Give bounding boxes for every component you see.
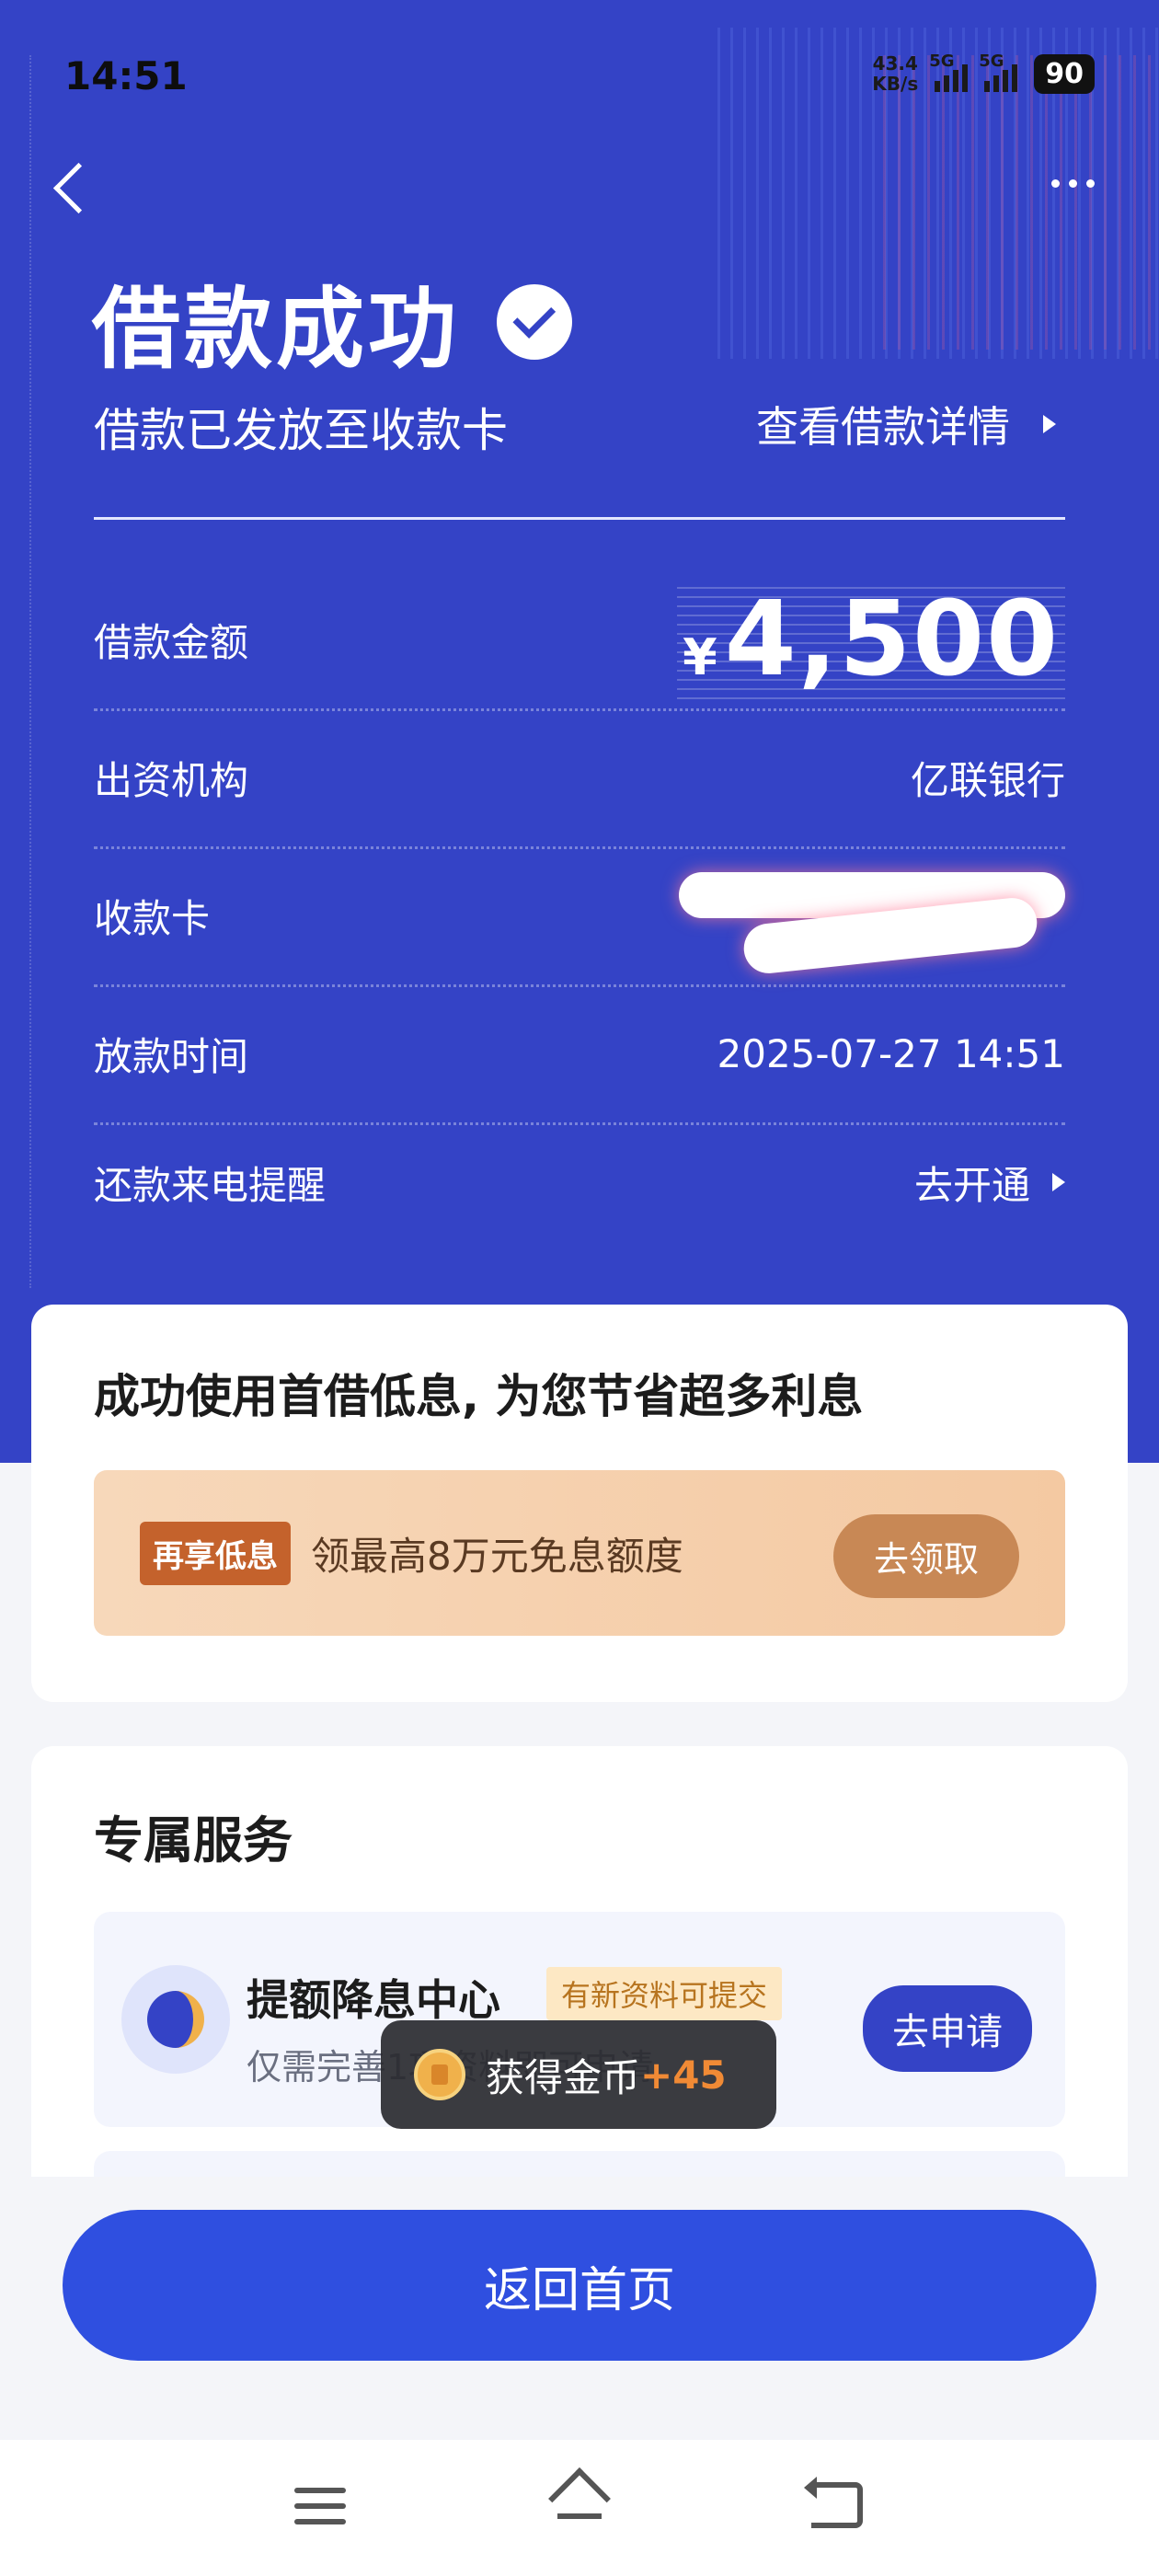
side-watermark bbox=[29, 55, 39, 1288]
return-home-button[interactable]: 返回首页 bbox=[63, 2210, 1096, 2361]
hero-section: 14:51 43.4 KB/s 5G 5G 90 借款成功 借款已发放至收款卡 … bbox=[0, 0, 1159, 1463]
more-options-icon[interactable] bbox=[1051, 179, 1095, 188]
reminder-label: 还款来电提醒 bbox=[94, 1162, 327, 1208]
check-circle-icon bbox=[497, 283, 572, 360]
promo-banner[interactable]: 再享低息 领最高8万元免息额度 去领取 bbox=[94, 1470, 1065, 1636]
home-icon[interactable] bbox=[548, 2467, 611, 2532]
time-label: 放款时间 bbox=[94, 1033, 249, 1079]
card-label: 收款卡 bbox=[94, 895, 211, 941]
card-row: 收款卡 bbox=[94, 846, 1065, 987]
amount-value: ¥ 4,500 bbox=[677, 580, 1065, 699]
amount-label: 借款金额 bbox=[94, 619, 249, 665]
signal-icon: 5G bbox=[929, 52, 969, 92]
redacted-card-number bbox=[660, 856, 1065, 976]
enable-reminder-link[interactable]: 去开通 bbox=[914, 1155, 1065, 1211]
toast-plus: +45 bbox=[640, 2052, 727, 2098]
coin-icon bbox=[414, 2049, 465, 2100]
battery-icon: 90 bbox=[1034, 53, 1095, 94]
service-tag: 有新资料可提交 bbox=[546, 1967, 783, 2020]
reminder-row[interactable]: 还款来电提醒 去开通 bbox=[94, 1113, 1065, 1251]
status-icons: 43.4 KB/s 5G 5G 90 bbox=[872, 52, 1095, 95]
view-loan-details-link[interactable]: 查看借款详情 bbox=[756, 394, 1056, 454]
funder-label: 出资机构 bbox=[94, 757, 249, 803]
triangle-right-icon bbox=[1043, 415, 1056, 433]
claim-button[interactable]: 去领取 bbox=[832, 1514, 1019, 1598]
promo-card: 成功使用首借低息, 为您节省超多利息 再享低息 领最高8万元免息额度 去领取 bbox=[31, 1305, 1128, 1702]
funder-value: 亿联银行 bbox=[910, 757, 1065, 803]
promo-text: 领最高8万元免息额度 bbox=[311, 1533, 683, 1579]
promo-badge: 再享低息 bbox=[140, 1521, 291, 1585]
menu-icon[interactable] bbox=[294, 2488, 346, 2535]
time-row: 放款时间 2025-07-27 14:51 bbox=[94, 984, 1065, 1125]
credit-boost-icon bbox=[121, 1965, 230, 2074]
page-title: 借款成功 bbox=[92, 277, 460, 381]
toast-text: 获得金币 bbox=[486, 2054, 641, 2100]
funder-row: 出资机构 亿联银行 bbox=[94, 708, 1065, 849]
promo-title: 成功使用首借低息, 为您节省超多利息 bbox=[94, 1370, 864, 1423]
amount-row: 借款金额 ¥ 4,500 bbox=[94, 570, 1065, 711]
net-speed: 43.4 KB/s bbox=[872, 52, 919, 95]
back-arrow-icon[interactable] bbox=[52, 162, 105, 214]
decorative-stripes-accent bbox=[883, 55, 1159, 350]
signal-icon-2: 5G bbox=[979, 52, 1018, 92]
coin-toast: 获得金币 +45 bbox=[381, 2020, 776, 2129]
page-subtitle: 借款已发放至收款卡 bbox=[94, 404, 508, 457]
title-row: 借款成功 bbox=[92, 258, 572, 385]
apply-button[interactable]: 去申请 bbox=[863, 1985, 1032, 2072]
system-nav-bar bbox=[0, 2440, 1159, 2576]
back-icon[interactable] bbox=[804, 2477, 863, 2528]
status-time: 14:51 bbox=[64, 53, 188, 98]
time-value: 2025-07-27 14:51 bbox=[717, 1030, 1065, 1076]
divider bbox=[94, 517, 1065, 520]
services-title: 专属服务 bbox=[94, 1811, 293, 1869]
service-name: 提额降息中心 bbox=[247, 1975, 500, 2025]
triangle-right-icon bbox=[1052, 1173, 1065, 1191]
